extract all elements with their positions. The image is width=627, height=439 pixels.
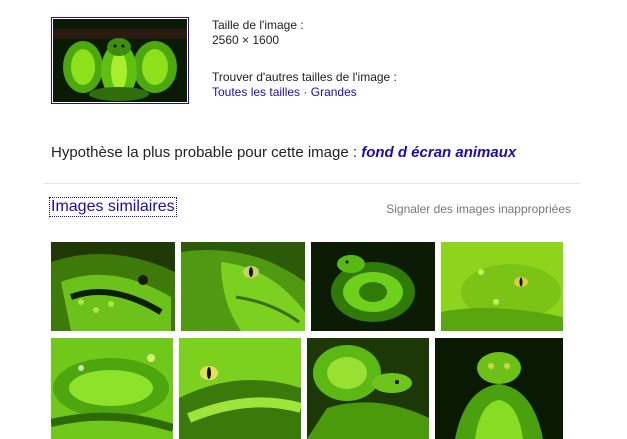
similar-image-2[interactable] bbox=[181, 242, 305, 331]
green-snake-image bbox=[53, 19, 187, 102]
snake-eye-closeup-image bbox=[181, 242, 305, 331]
other-sizes-links: Toutes les tailles · Grandes bbox=[212, 85, 397, 100]
section-divider bbox=[43, 183, 580, 184]
similar-image-5[interactable] bbox=[51, 338, 173, 439]
similar-image-3[interactable] bbox=[311, 242, 435, 331]
snake-on-branch-image bbox=[307, 338, 429, 439]
snake-coils-image bbox=[51, 338, 173, 439]
links-separator: · bbox=[303, 85, 308, 99]
snake-eye-macro-image bbox=[179, 338, 301, 439]
best-guess-link[interactable]: fond d écran animaux bbox=[361, 144, 516, 161]
similar-image-8[interactable] bbox=[435, 338, 563, 439]
snake-front-view-image bbox=[435, 338, 563, 439]
snake-head-scales-image bbox=[51, 242, 175, 331]
best-guess-prefix: Hypothèse la plus probable pour cette im… bbox=[51, 144, 358, 161]
all-sizes-link[interactable]: Toutes les tailles bbox=[212, 85, 300, 99]
similar-image-6[interactable] bbox=[179, 338, 301, 439]
image-size-label: Taille de l'image : bbox=[212, 18, 304, 32]
large-sizes-link[interactable]: Grandes bbox=[311, 85, 357, 99]
image-info: Taille de l'image : 2560 × 1600 Trouver … bbox=[212, 18, 397, 100]
similar-image-4[interactable] bbox=[441, 242, 563, 331]
similar-images-heading-link[interactable]: Images similaires bbox=[49, 197, 177, 217]
similar-image-1[interactable] bbox=[51, 242, 175, 331]
main-image-thumbnail[interactable] bbox=[51, 17, 189, 104]
image-size-value: 2560 × 1600 bbox=[212, 33, 280, 47]
other-sizes-label: Trouver d'autres tailles de l'image : bbox=[212, 70, 397, 84]
coiled-snake-image bbox=[311, 242, 435, 331]
similar-image-7[interactable] bbox=[307, 338, 429, 439]
python-head-image bbox=[441, 242, 563, 331]
best-guess-line: Hypothèse la plus probable pour cette im… bbox=[51, 144, 516, 161]
report-inappropriate-link[interactable]: Signaler des images inappropriées bbox=[386, 202, 571, 216]
